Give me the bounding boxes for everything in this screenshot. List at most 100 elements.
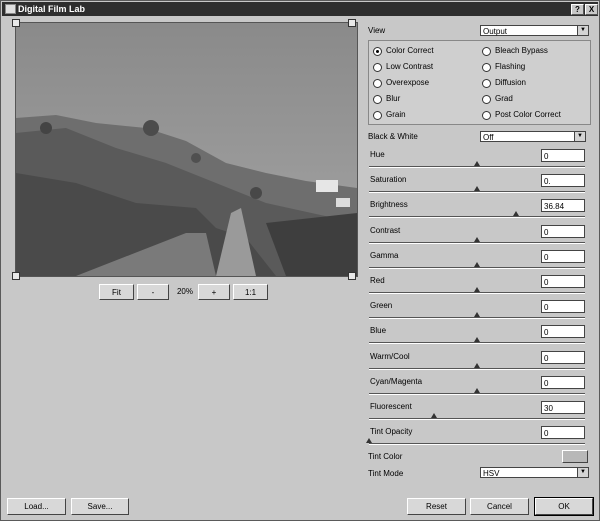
brightness-label: Brightness	[370, 200, 408, 209]
radio-dot	[482, 111, 491, 120]
radio-grad[interactable]: Grad	[482, 94, 513, 104]
tint-color-swatch[interactable]	[562, 450, 588, 463]
saturation-label: Saturation	[370, 175, 407, 184]
red-label: Red	[370, 276, 385, 285]
radio-dot	[482, 95, 491, 104]
dialog-window: Digital Film Lab ? X Fit - 20% + 1:1 Vie…	[0, 0, 600, 521]
tint-opacity-slider-track[interactable]	[369, 443, 585, 445]
contrast-value-field[interactable]: 0	[541, 225, 585, 238]
hue-slider-thumb[interactable]	[474, 161, 480, 166]
image-preview[interactable]	[15, 22, 358, 277]
cancel-button[interactable]: Cancel	[470, 498, 529, 515]
gamma-slider-track[interactable]	[369, 267, 585, 269]
red-slider-thumb[interactable]	[474, 287, 480, 292]
red-slider-track[interactable]	[369, 292, 585, 294]
black-white-label: Black & White	[368, 132, 418, 141]
crop-handle-top-right[interactable]	[348, 19, 356, 27]
radio-grain[interactable]: Grain	[373, 110, 406, 120]
warm-cool-slider-track[interactable]	[369, 368, 585, 370]
app-icon	[5, 4, 16, 14]
radio-dot	[373, 95, 382, 104]
radio-bleach-bypass[interactable]: Bleach Bypass	[482, 46, 548, 56]
zoom-out-button[interactable]: -	[137, 284, 169, 300]
warm-cool-slider-thumb[interactable]	[474, 363, 480, 368]
red-value-field[interactable]: 0	[541, 275, 585, 288]
saturation-slider-thumb[interactable]	[474, 186, 480, 191]
contrast-slider-thumb[interactable]	[474, 237, 480, 242]
gamma-value-field[interactable]: 0	[541, 250, 585, 263]
radio-dot	[373, 111, 382, 120]
fluorescent-value-field[interactable]: 30	[541, 401, 585, 414]
green-slider-thumb[interactable]	[474, 312, 480, 317]
mode-radio-group: Color Correct Bleach Bypass Low Contrast…	[368, 40, 591, 125]
saturation-value-field[interactable]: 0.	[541, 174, 585, 187]
hue-value-field[interactable]: 0	[541, 149, 585, 162]
blue-slider-track[interactable]	[369, 342, 585, 344]
brightness-slider-thumb[interactable]	[513, 211, 519, 216]
black-white-dropdown[interactable]: Off ▼	[480, 131, 586, 142]
warm-cool-value-field[interactable]: 0	[541, 351, 585, 364]
load-button[interactable]: Load...	[7, 498, 66, 515]
close-button[interactable]: X	[585, 4, 598, 15]
tint-mode-value: HSV	[483, 469, 500, 478]
green-value-field[interactable]: 0	[541, 300, 585, 313]
radio-flashing[interactable]: Flashing	[482, 62, 525, 72]
chevron-down-icon: ▼	[577, 468, 588, 477]
tint-opacity-label: Tint Opacity	[370, 427, 413, 436]
fit-button[interactable]: Fit	[99, 284, 134, 300]
chevron-down-icon: ▼	[574, 132, 585, 141]
green-slider-track[interactable]	[369, 317, 585, 319]
view-dropdown[interactable]: Output ▼	[480, 25, 589, 36]
radio-blur[interactable]: Blur	[373, 94, 400, 104]
tint-mode-label: Tint Mode	[368, 469, 404, 478]
actual-size-button[interactable]: 1:1	[233, 284, 268, 300]
tint-opacity-slider-thumb[interactable]	[366, 438, 372, 443]
fluorescent-slider-track[interactable]	[369, 418, 585, 420]
brightness-slider-track[interactable]	[369, 216, 585, 218]
fluorescent-slider-thumb[interactable]	[431, 413, 437, 418]
brightness-value-field[interactable]: 36.84	[541, 199, 585, 212]
blue-slider-thumb[interactable]	[474, 337, 480, 342]
cyan-magenta-slider-thumb[interactable]	[474, 388, 480, 393]
radio-overexpose[interactable]: Overexpose	[373, 78, 429, 88]
tint-opacity-value-field[interactable]: 0	[541, 426, 585, 439]
save-button[interactable]: Save...	[71, 498, 129, 515]
radio-dot	[482, 79, 491, 88]
crop-handle-top-left[interactable]	[12, 19, 20, 27]
tint-color-label: Tint Color	[368, 452, 403, 461]
radio-dot	[482, 47, 491, 56]
contrast-slider-track[interactable]	[369, 242, 585, 244]
cyan-magenta-slider-track[interactable]	[369, 393, 585, 395]
radio-dot	[373, 63, 382, 72]
radio-post-color-correct[interactable]: Post Color Correct	[482, 110, 561, 120]
gamma-slider-thumb[interactable]	[474, 262, 480, 267]
black-white-value: Off	[483, 133, 494, 142]
ok-button[interactable]: OK	[534, 497, 594, 516]
radio-dot	[482, 63, 491, 72]
view-label: View	[368, 26, 386, 35]
radio-dot	[373, 79, 382, 88]
hue-slider-track[interactable]	[369, 166, 585, 168]
crop-handle-bottom-left[interactable]	[12, 272, 20, 280]
radio-diffusion[interactable]: Diffusion	[482, 78, 526, 88]
gamma-label: Gamma	[370, 251, 399, 260]
radio-low-contrast[interactable]: Low Contrast	[373, 62, 433, 72]
chevron-down-icon: ▼	[577, 26, 588, 35]
blue-label: Blue	[370, 326, 387, 335]
radio-color-correct[interactable]: Color Correct	[373, 46, 434, 56]
window-title: Digital Film Lab	[18, 4, 86, 14]
reset-button[interactable]: Reset	[407, 498, 466, 515]
contrast-label: Contrast	[370, 226, 401, 235]
crop-handle-bottom-right[interactable]	[348, 272, 356, 280]
cyan-magenta-value-field[interactable]: 0	[541, 376, 585, 389]
fluorescent-label: Fluorescent	[370, 402, 412, 411]
tint-mode-dropdown[interactable]: HSV ▼	[480, 467, 589, 478]
title-bar[interactable]: Digital Film Lab ? X	[2, 2, 598, 16]
cyan-magenta-label: Cyan/Magenta	[370, 377, 423, 386]
blue-value-field[interactable]: 0	[541, 325, 585, 338]
view-dropdown-value: Output	[483, 27, 508, 36]
green-label: Green	[370, 301, 393, 310]
saturation-slider-track[interactable]	[369, 191, 585, 193]
zoom-in-button[interactable]: +	[198, 284, 230, 300]
help-button[interactable]: ?	[571, 4, 584, 15]
